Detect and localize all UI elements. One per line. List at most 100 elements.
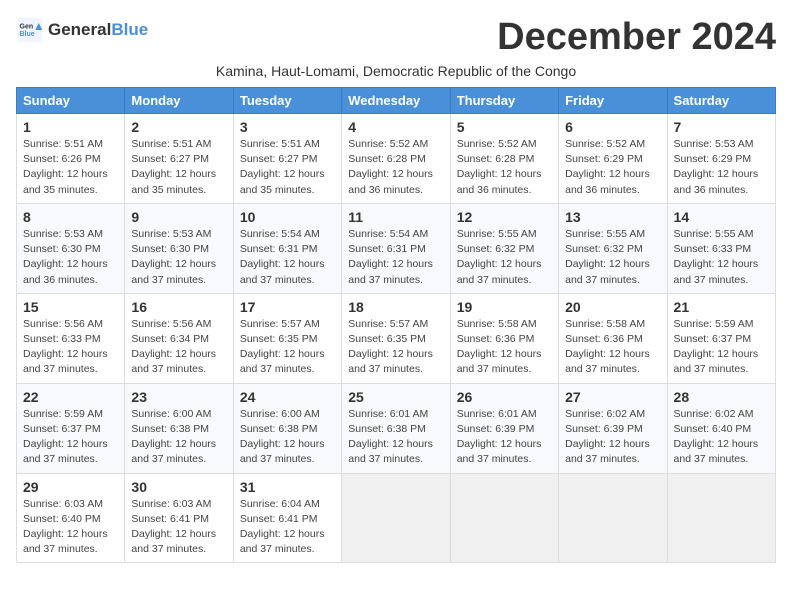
day-info: Sunrise: 5:59 AMSunset: 6:37 PMDaylight:…	[23, 408, 108, 466]
calendar-day-cell: 10Sunrise: 5:54 AMSunset: 6:31 PMDayligh…	[233, 203, 341, 293]
logo-blue: Blue	[111, 20, 148, 39]
day-number: 27	[565, 389, 660, 405]
calendar-week-row: 29 Sunrise: 6:03 AMSunset: 6:40 PMDayligh…	[17, 473, 776, 563]
calendar-week-row: 8 Sunrise: 5:53 AMSunset: 6:30 PMDaylight…	[17, 203, 776, 293]
day-info: Sunrise: 5:52 AMSunset: 6:28 PMDaylight:…	[457, 138, 542, 196]
day-number: 20	[565, 299, 660, 315]
day-info: Sunrise: 5:55 AMSunset: 6:32 PMDaylight:…	[565, 228, 650, 286]
calendar-day-cell: 6 Sunrise: 5:52 AMSunset: 6:29 PMDaylight…	[559, 114, 667, 204]
calendar-day-cell: 30Sunrise: 6:03 AMSunset: 6:41 PMDayligh…	[125, 473, 233, 563]
calendar-day-cell: 11Sunrise: 5:54 AMSunset: 6:31 PMDayligh…	[342, 203, 450, 293]
day-number: 4	[348, 119, 443, 135]
calendar-day-cell: 1 Sunrise: 5:51 AMSunset: 6:26 PMDaylight…	[17, 114, 125, 204]
day-info: Sunrise: 5:52 AMSunset: 6:28 PMDaylight:…	[348, 138, 433, 196]
calendar-day-cell: 13 Sunrise: 5:55 AMSunset: 6:32 PMDayligh…	[559, 203, 667, 293]
logo-general: General	[48, 20, 111, 39]
calendar-empty-cell	[342, 473, 450, 563]
day-info: Sunrise: 5:58 AMSunset: 6:36 PMDaylight:…	[457, 318, 542, 376]
day-info: Sunrise: 5:51 AMSunset: 6:26 PMDaylight:…	[23, 138, 108, 196]
calendar-day-cell: 29 Sunrise: 6:03 AMSunset: 6:40 PMDayligh…	[17, 473, 125, 563]
calendar-empty-cell	[450, 473, 558, 563]
calendar-day-cell: 8Sunrise: 5:53 AMSunset: 6:30 PMDaylight…	[17, 203, 125, 293]
day-info: Sunrise: 6:04 AMSunset: 6:41 PMDaylight:…	[240, 498, 325, 556]
calendar-day-cell: 3 Sunrise: 5:51 AMSunset: 6:27 PMDaylight…	[233, 114, 341, 204]
day-info: Sunrise: 5:59 AMSunset: 6:37 PMDaylight:…	[674, 318, 759, 376]
day-info: Sunrise: 5:56 AMSunset: 6:33 PMDaylight:…	[23, 318, 108, 376]
page-subtitle: Kamina, Haut-Lomami, Democratic Republic…	[16, 63, 776, 79]
day-info: Sunrise: 6:00 AMSunset: 6:38 PMDaylight:…	[131, 408, 216, 466]
calendar-week-row: 15 Sunrise: 5:56 AMSunset: 6:33 PMDayligh…	[17, 293, 776, 383]
day-number: 12	[457, 209, 552, 225]
day-number: 11	[348, 209, 443, 225]
calendar-table: SundayMondayTuesdayWednesdayThursdayFrid…	[16, 87, 776, 563]
day-number: 18	[348, 299, 443, 315]
calendar-day-cell: 5 Sunrise: 5:52 AMSunset: 6:28 PMDaylight…	[450, 114, 558, 204]
calendar-day-cell: 7 Sunrise: 5:53 AMSunset: 6:29 PMDaylight…	[667, 114, 775, 204]
calendar-day-cell: 20 Sunrise: 5:58 AMSunset: 6:36 PMDayligh…	[559, 293, 667, 383]
day-info: Sunrise: 5:55 AMSunset: 6:33 PMDaylight:…	[674, 228, 759, 286]
day-info: Sunrise: 6:02 AMSunset: 6:39 PMDaylight:…	[565, 408, 650, 466]
header-thursday: Thursday	[450, 88, 558, 114]
day-number: 31	[240, 479, 335, 495]
logo: Gen Blue GeneralBlue	[16, 16, 148, 44]
calendar-day-cell: 12 Sunrise: 5:55 AMSunset: 6:32 PMDayligh…	[450, 203, 558, 293]
day-number: 1	[23, 119, 118, 135]
day-number: 5	[457, 119, 552, 135]
calendar-empty-cell	[559, 473, 667, 563]
day-info: Sunrise: 5:57 AMSunset: 6:35 PMDaylight:…	[348, 318, 433, 376]
day-number: 15	[23, 299, 118, 315]
logo-icon: Gen Blue	[16, 16, 44, 44]
calendar-week-row: 1 Sunrise: 5:51 AMSunset: 6:26 PMDaylight…	[17, 114, 776, 204]
page-header: Gen Blue GeneralBlue December 2024	[16, 16, 776, 59]
calendar-day-cell: 9 Sunrise: 5:53 AMSunset: 6:30 PMDaylight…	[125, 203, 233, 293]
day-info: Sunrise: 5:54 AMSunset: 6:31 PMDaylight:…	[240, 228, 325, 286]
day-number: 29	[23, 479, 118, 495]
calendar-day-cell: 27 Sunrise: 6:02 AMSunset: 6:39 PMDayligh…	[559, 383, 667, 473]
day-number: 8	[23, 209, 118, 225]
calendar-day-cell: 4 Sunrise: 5:52 AMSunset: 6:28 PMDaylight…	[342, 114, 450, 204]
calendar-day-cell: 25Sunrise: 6:01 AMSunset: 6:38 PMDayligh…	[342, 383, 450, 473]
day-number: 3	[240, 119, 335, 135]
day-number: 6	[565, 119, 660, 135]
calendar-week-row: 22Sunrise: 5:59 AMSunset: 6:37 PMDayligh…	[17, 383, 776, 473]
day-number: 16	[131, 299, 226, 315]
calendar-day-cell: 31 Sunrise: 6:04 AMSunset: 6:41 PMDayligh…	[233, 473, 341, 563]
calendar-day-cell: 18 Sunrise: 5:57 AMSunset: 6:35 PMDayligh…	[342, 293, 450, 383]
calendar-day-cell: 19 Sunrise: 5:58 AMSunset: 6:36 PMDayligh…	[450, 293, 558, 383]
calendar-day-cell: 2Sunrise: 5:51 AMSunset: 6:27 PMDaylight…	[125, 114, 233, 204]
day-info: Sunrise: 5:53 AMSunset: 6:29 PMDaylight:…	[674, 138, 759, 196]
day-info: Sunrise: 6:00 AMSunset: 6:38 PMDaylight:…	[240, 408, 325, 466]
calendar-day-cell: 23 Sunrise: 6:00 AMSunset: 6:38 PMDayligh…	[125, 383, 233, 473]
calendar-day-cell: 21 Sunrise: 5:59 AMSunset: 6:37 PMDayligh…	[667, 293, 775, 383]
day-info: Sunrise: 6:03 AMSunset: 6:40 PMDaylight:…	[23, 498, 108, 556]
day-number: 19	[457, 299, 552, 315]
day-info: Sunrise: 6:02 AMSunset: 6:40 PMDaylight:…	[674, 408, 759, 466]
header-monday: Monday	[125, 88, 233, 114]
day-info: Sunrise: 5:57 AMSunset: 6:35 PMDaylight:…	[240, 318, 325, 376]
day-number: 7	[674, 119, 769, 135]
day-number: 9	[131, 209, 226, 225]
day-number: 14	[674, 209, 769, 225]
day-info: Sunrise: 5:55 AMSunset: 6:32 PMDaylight:…	[457, 228, 542, 286]
day-number: 13	[565, 209, 660, 225]
day-number: 21	[674, 299, 769, 315]
day-info: Sunrise: 5:53 AMSunset: 6:30 PMDaylight:…	[131, 228, 216, 286]
calendar-day-cell: 17Sunrise: 5:57 AMSunset: 6:35 PMDayligh…	[233, 293, 341, 383]
day-info: Sunrise: 5:52 AMSunset: 6:29 PMDaylight:…	[565, 138, 650, 196]
header-sunday: Sunday	[17, 88, 125, 114]
day-info: Sunrise: 5:56 AMSunset: 6:34 PMDaylight:…	[131, 318, 216, 376]
calendar-day-cell: 15 Sunrise: 5:56 AMSunset: 6:33 PMDayligh…	[17, 293, 125, 383]
day-number: 24	[240, 389, 335, 405]
day-info: Sunrise: 6:01 AMSunset: 6:38 PMDaylight:…	[348, 408, 433, 466]
day-number: 26	[457, 389, 552, 405]
day-number: 23	[131, 389, 226, 405]
calendar-empty-cell	[667, 473, 775, 563]
calendar-day-cell: 14 Sunrise: 5:55 AMSunset: 6:33 PMDayligh…	[667, 203, 775, 293]
day-info: Sunrise: 5:51 AMSunset: 6:27 PMDaylight:…	[240, 138, 325, 196]
day-info: Sunrise: 5:58 AMSunset: 6:36 PMDaylight:…	[565, 318, 650, 376]
svg-text:Gen: Gen	[20, 23, 34, 30]
calendar-day-cell: 16 Sunrise: 5:56 AMSunset: 6:34 PMDayligh…	[125, 293, 233, 383]
day-info: Sunrise: 5:51 AMSunset: 6:27 PMDaylight:…	[131, 138, 216, 196]
calendar-day-cell: 28Sunrise: 6:02 AMSunset: 6:40 PMDayligh…	[667, 383, 775, 473]
day-info: Sunrise: 6:03 AMSunset: 6:41 PMDaylight:…	[131, 498, 216, 556]
